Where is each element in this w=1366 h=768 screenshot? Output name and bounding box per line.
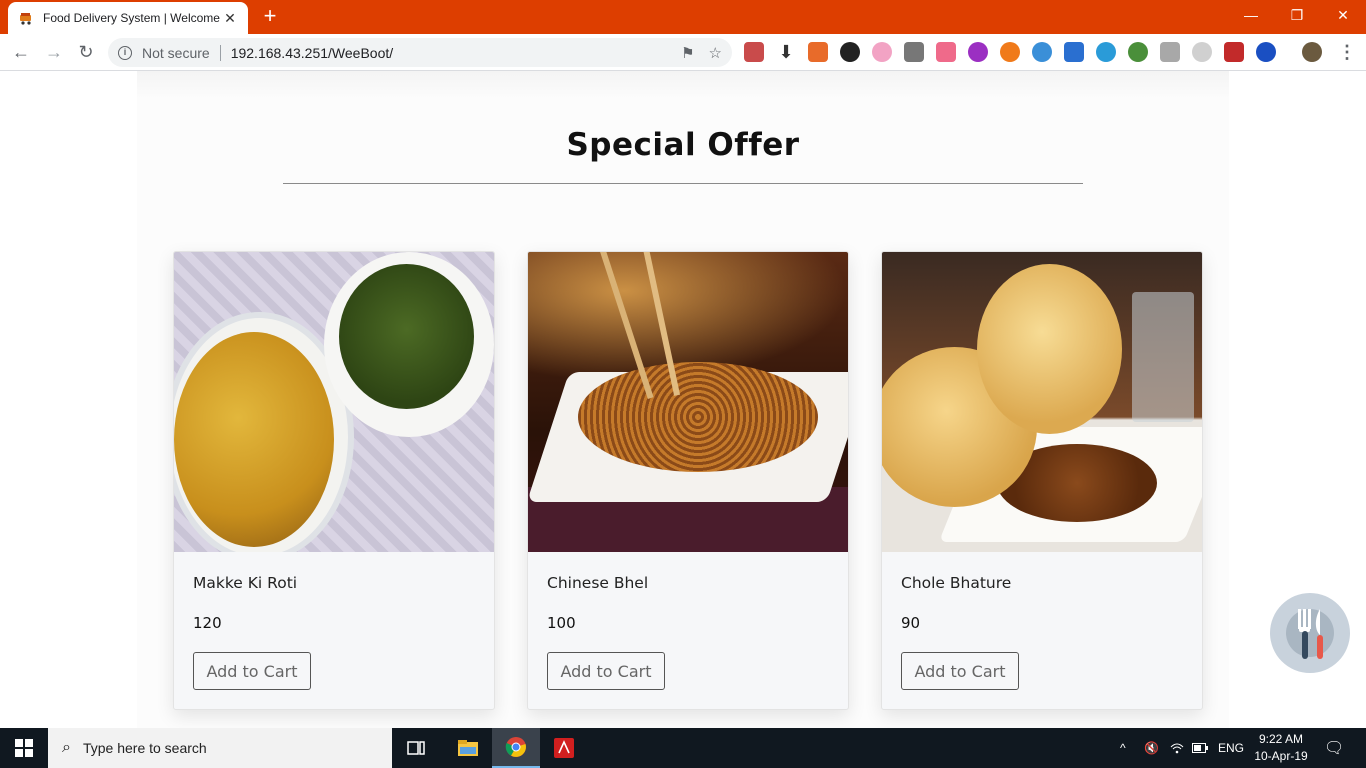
section-title: Special Offer <box>566 127 800 163</box>
url-text[interactable]: 192.168.43.251/WeeBoot/ <box>231 45 393 61</box>
clock-time: 9:22 AM <box>1258 732 1304 746</box>
notifications-icon[interactable]: 🗨 <box>1324 728 1344 768</box>
battery-icon[interactable] <box>1192 728 1208 768</box>
windows-start-icon[interactable] <box>0 728 48 768</box>
download-extension-icon[interactable]: ⬇ <box>776 42 796 62</box>
d-extension-icon[interactable] <box>1256 42 1276 62</box>
profile-avatar[interactable] <box>1302 42 1322 62</box>
add-to-cart-button[interactable]: Add to Cart <box>193 652 311 690</box>
item-price: 90 <box>901 614 921 632</box>
extensions-bar: ⬇ <box>744 42 1276 62</box>
food-cart-favicon-icon <box>18 10 34 26</box>
search-placeholder: Type here to search <box>82 740 207 756</box>
security-label: Not secure <box>142 44 210 61</box>
translate-icon[interactable]: ⚑ <box>681 44 694 62</box>
fork-knife-icon[interactable] <box>1270 593 1350 673</box>
item-name: Chole Bhature <box>901 574 1012 592</box>
wordpress-extension-icon[interactable] <box>1096 42 1116 62</box>
address-divider <box>219 44 221 61</box>
volume-muted-icon[interactable]: 🔇 <box>1144 728 1159 768</box>
section-top-shade <box>137 71 1229 99</box>
earth-extension-icon[interactable] <box>1128 42 1148 62</box>
restore-icon[interactable]: ❐ <box>1274 0 1320 30</box>
document-extension-icon[interactable] <box>1064 42 1084 62</box>
browser-tab[interactable]: Food Delivery System | Welcome ✕ <box>8 2 248 34</box>
orange-extension-icon[interactable] <box>1000 42 1020 62</box>
browser-toolbar: ← → ↻ i Not secure 192.168.43.251/WeeBoo… <box>0 34 1366 71</box>
acrobat-taskbar-icon[interactable] <box>540 728 588 768</box>
chinese-bhel-image <box>528 252 848 552</box>
unicorn-extension-icon[interactable] <box>872 42 892 62</box>
gray-extension-icon[interactable] <box>1160 42 1180 62</box>
makke-ki-roti-image <box>174 252 494 552</box>
office-extension-icon[interactable] <box>808 42 828 62</box>
color-picker-extension-icon[interactable] <box>840 42 860 62</box>
address-bar[interactable]: i Not secure 192.168.43.251/WeeBoot/ ⚑ ☆ <box>108 38 732 67</box>
globe-extension-icon[interactable] <box>1032 42 1052 62</box>
ca-extension-icon[interactable] <box>968 42 988 62</box>
reload-icon[interactable]: ↻ <box>74 40 98 64</box>
site-info-icon[interactable]: i <box>118 45 132 60</box>
tab-title: Food Delivery System | Welcome <box>43 11 220 25</box>
red-book-extension-icon[interactable] <box>1224 42 1244 62</box>
offer-card-makke-ki-roti: Makke Ki Roti 120 Add to Cart <box>173 251 495 710</box>
item-price: 100 <box>547 614 576 632</box>
offer-card-chinese-bhel: Chinese Bhel 100 Add to Cart <box>527 251 849 710</box>
item-name: Makke Ki Roti <box>193 574 298 592</box>
wifi-icon[interactable] <box>1170 728 1184 768</box>
title-divider <box>283 183 1083 184</box>
qr-code-extension-icon[interactable] <box>904 42 924 62</box>
back-icon[interactable]: ← <box>9 40 33 64</box>
help-extension-icon[interactable] <box>1192 42 1212 62</box>
browser-tab-strip: Food Delivery System | Welcome ✕ + — ❐ ✕ <box>0 0 1366 34</box>
minimize-icon[interactable]: — <box>1228 0 1274 30</box>
show-hidden-icons-icon[interactable]: ^ <box>1120 728 1126 768</box>
close-window-icon[interactable]: ✕ <box>1320 0 1366 30</box>
forward-icon[interactable]: → <box>42 40 66 64</box>
offer-card-chole-bhature: Chole Bhature 90 Add to Cart <box>881 251 1203 710</box>
task-view-icon[interactable] <box>392 728 440 768</box>
chrome-taskbar-icon[interactable] <box>492 728 540 768</box>
pdf-extension-icon[interactable] <box>744 42 764 62</box>
file-explorer-icon[interactable] <box>444 728 492 768</box>
bookmark-star-icon[interactable]: ☆ <box>709 44 722 62</box>
new-tab-icon[interactable]: + <box>258 5 282 29</box>
add-to-cart-button[interactable]: Add to Cart <box>547 652 665 690</box>
clock-date: 10-Apr-19 <box>1254 749 1308 763</box>
share-extension-icon[interactable] <box>936 42 956 62</box>
tab-close-icon[interactable]: ✕ <box>222 10 238 27</box>
chole-bhature-image <box>882 252 1202 552</box>
windows-taskbar: ⌕ Type here to search ^ 🔇 ENG 9:22 AM 10… <box>0 728 1366 768</box>
taskbar-search-box[interactable]: ⌕ Type here to search <box>48 728 392 768</box>
item-price: 120 <box>193 614 222 632</box>
item-name: Chinese Bhel <box>547 574 649 592</box>
search-icon: ⌕ <box>62 739 71 756</box>
web-page: Special Offer Makke Ki Roti 120 Add to C… <box>0 71 1366 728</box>
language-indicator[interactable]: ENG <box>1218 728 1244 768</box>
add-to-cart-button[interactable]: Add to Cart <box>901 652 1019 690</box>
browser-menu-icon[interactable]: ⋮ <box>1338 40 1356 64</box>
taskbar-clock[interactable]: 9:22 AM 10-Apr-19 <box>1250 731 1312 765</box>
